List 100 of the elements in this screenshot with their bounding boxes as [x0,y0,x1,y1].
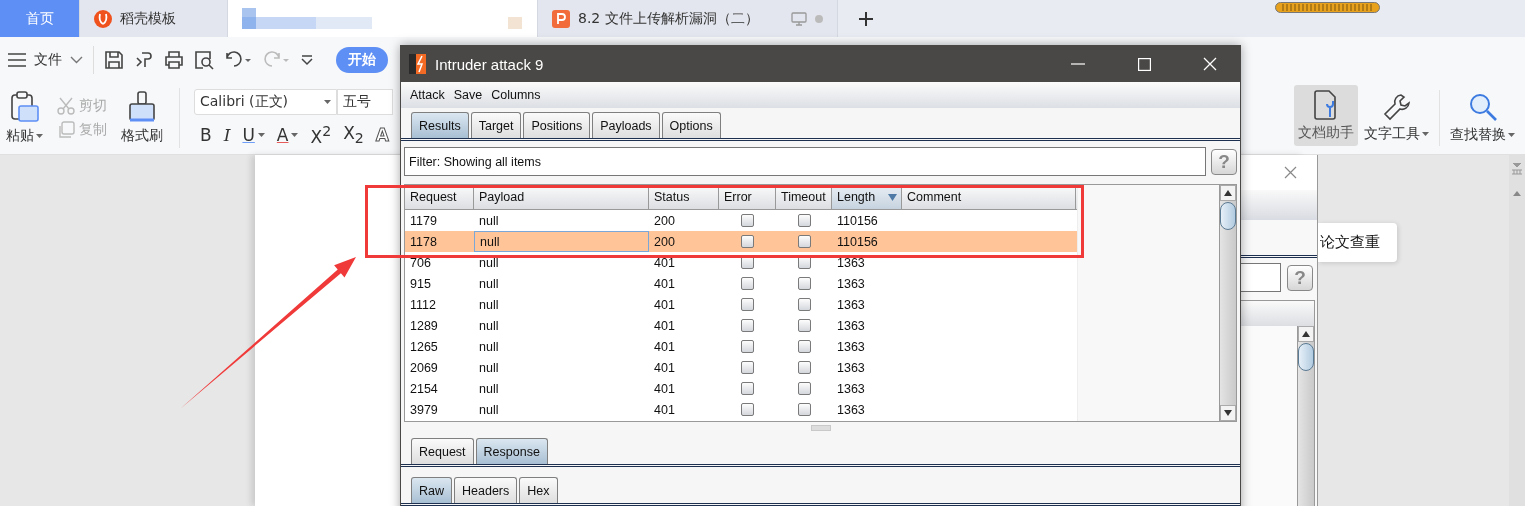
column-header[interactable]: Request [405,185,474,209]
format-button[interactable]: X$^{2}$ [310,123,332,147]
checkbox[interactable] [797,319,811,332]
tab[interactable]: Hex [519,477,558,503]
scroll-down-icon[interactable] [1224,410,1232,416]
table-cell-text: 1363 [836,296,866,314]
scrollbar[interactable] [1509,155,1525,506]
suggestion-popup[interactable]: 论文查重 [1318,223,1397,262]
split-handle[interactable] [810,425,831,431]
format-button[interactable]: A [276,125,299,145]
checkbox[interactable] [741,403,754,416]
checkbox[interactable] [741,382,754,395]
table-row[interactable]: 1178 null 200 110156 [405,231,1077,252]
plus-icon [858,10,874,27]
tab[interactable]: Positions [523,112,591,138]
text-tools-button[interactable]: 文字工具 [1360,82,1433,154]
table-cell-text: 2154 [409,380,439,398]
file-menu[interactable]: 文件 [8,50,83,69]
font-select[interactable]: Calibri (正文) [194,89,337,116]
wrench-icon [1382,93,1411,121]
sort-arrow-icon [888,193,897,201]
table-cell-text: 1112 [409,296,437,314]
tab[interactable]: 稻壳模板 [80,0,228,37]
size-select[interactable]: 五号 [337,89,393,116]
scroll-up-icon[interactable] [1302,331,1310,337]
checkbox[interactable] [741,298,754,311]
menu-item[interactable]: Attack [410,88,445,102]
export-icon[interactable] [134,49,154,70]
filter-field[interactable]: Filter: Showing all items [404,147,1206,176]
format-button[interactable]: U [242,125,265,145]
undo-icon[interactable] [224,49,252,70]
column-header[interactable]: Status [649,185,719,209]
tab[interactable]: Raw [411,477,452,503]
table-cell-text: null [478,380,500,398]
table-cell-text: 1265 [409,338,439,356]
column-header[interactable]: Payload [474,185,649,209]
menu-item[interactable]: Save [453,88,483,102]
find-replace-button[interactable]: 查找替换 [1446,82,1519,154]
checkbox[interactable] [741,277,754,290]
table-cell-text: 1179 [409,212,438,230]
column-header[interactable]: Error [719,185,776,209]
table-cell-text: 401 [653,296,676,314]
table-cell-text: 401 [653,380,676,398]
menu-item[interactable]: Columns [491,88,541,102]
more-icon[interactable] [300,53,314,66]
preview-icon[interactable] [194,49,214,70]
tab[interactable]: Results [411,112,469,138]
scroll-thumb[interactable] [1298,343,1314,371]
table-cell-text: 200 [653,212,676,230]
format-button[interactable]: X$_{2}$ [343,123,364,147]
scroll-up-icon[interactable] [1224,190,1232,196]
tab[interactable]: Target [470,112,522,138]
table-cell-text: 2069 [409,359,439,377]
format-painter-button[interactable]: 格式刷 [115,82,169,154]
tab[interactable]: Payloads [592,112,660,138]
table-cell-text: 401 [653,401,676,419]
tab[interactable]: Options [661,112,721,138]
table-cell-text: null [478,212,500,230]
copy-icon [57,121,75,139]
format-button[interactable]: I [223,125,231,145]
checkbox[interactable] [797,382,811,395]
table-cell-text: 915 [409,275,432,293]
column-header[interactable]: Comment [902,185,1076,209]
checkbox[interactable] [797,298,811,311]
scrollbar[interactable] [1219,185,1236,421]
checkbox[interactable] [797,403,811,416]
checkbox[interactable] [741,319,754,332]
checkbox[interactable] [741,214,754,227]
checkbox[interactable] [741,361,754,374]
format-button[interactable]: B [200,125,212,145]
format-button[interactable]: A [375,125,389,145]
checkbox[interactable] [741,340,754,353]
tab[interactable]: Request [411,438,474,464]
ruler-toggle-icon[interactable] [1512,163,1522,175]
table-cell-text: null [478,275,500,293]
checkbox[interactable] [797,361,811,374]
close-icon[interactable] [1284,166,1297,179]
table-cell-text: null [478,254,500,272]
scrollbar[interactable] [1297,326,1314,506]
checkbox[interactable] [741,235,754,248]
checkbox[interactable] [797,214,811,227]
print-icon[interactable] [164,49,184,70]
tab[interactable]: Headers [454,477,518,503]
tab[interactable]: Response [475,438,548,464]
table-cell-text: 110156 [836,212,879,230]
caret-icon [291,133,299,137]
save-icon[interactable] [104,49,124,70]
checkbox[interactable] [797,235,811,248]
paste-button[interactable]: 粘贴 [0,82,49,154]
dot-icon [815,14,823,23]
filter-field[interactable] [1240,263,1281,292]
document-assistant-button[interactable]: 文档助手 [1294,85,1358,146]
tab[interactable]: 8.2 文件上传解析漏洞（二） [538,0,838,37]
table-cell-text: 1363 [836,359,866,377]
scroll-thumb[interactable] [1220,202,1236,230]
checkbox[interactable] [797,340,811,353]
table-cell-text: 401 [653,338,676,356]
checkbox[interactable] [797,277,811,290]
brush-icon [128,91,156,123]
table-cell-text: 1363 [836,338,866,356]
